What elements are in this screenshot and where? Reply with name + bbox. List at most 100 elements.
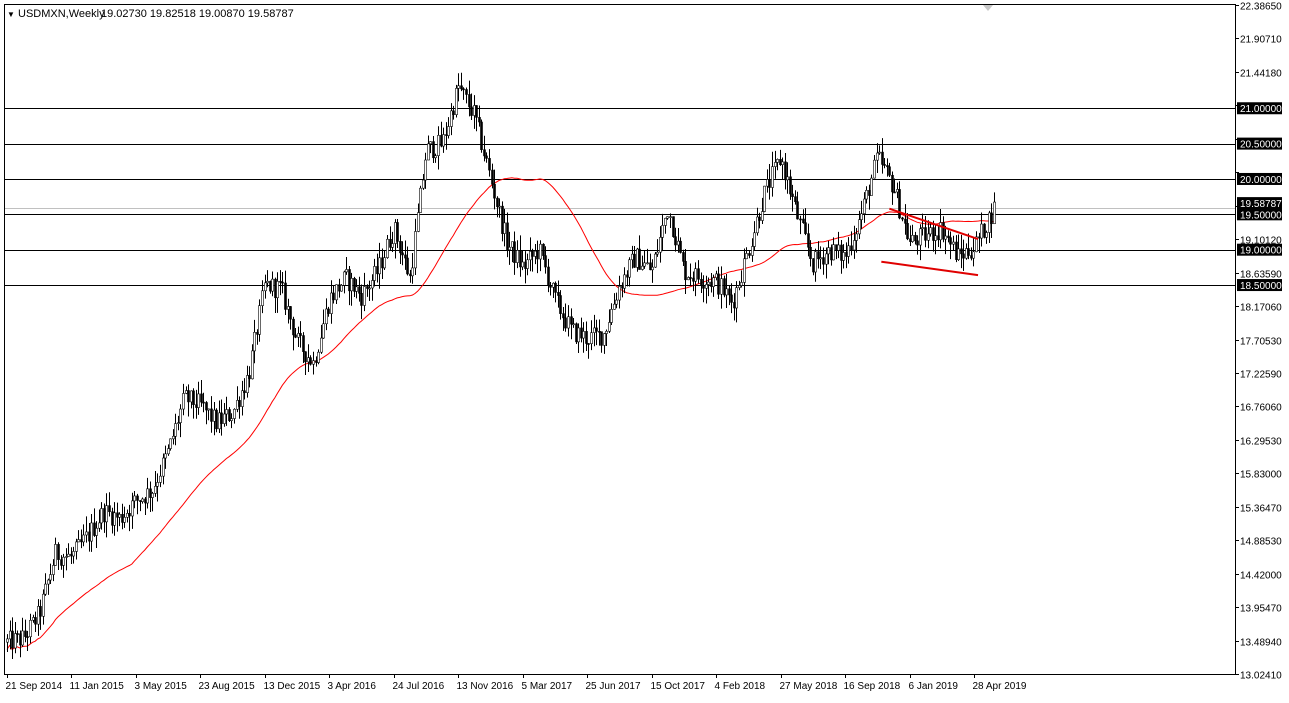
candle-body [799,218,802,221]
ohlc-values: 19.02730 19.82518 19.00870 19.58787 [101,8,294,20]
candle-body [623,274,626,289]
time-tick-label: 13 Nov 2016 [457,681,514,692]
candle-body [587,343,590,345]
candle-body [6,638,9,643]
candle-body [427,143,430,161]
candle-body [289,306,292,320]
candle-body [468,94,471,108]
candle-body [133,495,136,502]
candle-body [682,252,685,262]
candle-body [672,216,675,237]
candle-body [717,273,720,295]
candle-body [34,617,37,625]
candle-body [414,231,417,269]
candle-body [123,517,126,523]
candle-body [335,284,338,301]
time-tick-label: 21 Sep 2014 [6,681,63,692]
candle-body [167,448,170,455]
candle-body [462,88,465,91]
candle-body [251,350,254,380]
time-tick-label: 6 Jan 2019 [909,681,959,692]
candle-body [44,583,47,595]
candle-body [309,357,312,365]
candle-body [65,556,68,558]
candle-body [924,227,927,241]
candle-body [771,166,774,188]
candle-body [557,292,560,296]
candle-body [406,257,409,275]
candle-body [363,286,366,306]
candle-body [638,248,641,270]
candle-body [753,232,756,247]
candle-body [503,222,506,234]
candle-body [802,218,805,224]
candle-body [187,390,190,403]
candle-body [373,266,376,281]
candle-body [610,309,613,323]
candle-body [870,177,873,196]
candle-body [146,488,149,504]
candle-body [141,498,144,502]
candle-body [11,630,14,649]
candle-body [832,244,835,261]
level-tag: 19.00000 [1240,246,1282,257]
candle-body [728,288,731,296]
candle-body [972,251,975,259]
candle-body [360,292,363,306]
candle-body [77,539,80,543]
candle-body [526,259,529,269]
candle-body [664,217,667,226]
candle-body [213,409,216,422]
candle-body [702,285,705,289]
candle-body [42,593,45,617]
symbol-label: USDMXN,Weekly [18,8,105,20]
level-tag: 20.00000 [1240,175,1282,186]
candle-body [827,247,830,255]
candle-body [776,159,779,163]
candle-body [669,216,672,218]
candle-body [643,262,646,267]
candle-body [82,534,85,543]
candle-body [539,243,542,260]
price-chart[interactable]: 22.3865021.9071021.4418019.1012018.63590… [0,0,1289,698]
candle-body [24,630,27,637]
candle-body [429,141,432,145]
candle-body [536,250,539,260]
candle-body [789,176,792,195]
candle-body [322,323,325,339]
candle-body [200,393,203,403]
candle-body [646,262,649,265]
time-tick-label: 4 Feb 2018 [715,681,766,692]
candle-body [904,218,907,224]
candle-body [70,553,73,557]
candle-body [177,422,180,424]
candle-body [386,238,389,258]
candle-body [666,216,669,219]
time-tick-label: 27 May 2018 [780,681,838,692]
candle-body [233,408,236,419]
price-tick-label: 14.88530 [1240,537,1282,548]
level-tag: 21.00000 [1240,104,1282,115]
candle-body [52,565,55,575]
candle-body [898,189,901,219]
candle-body [488,158,491,171]
candle-body [740,282,743,286]
candle-body [842,252,845,261]
candle-body [159,475,162,483]
candle-body [743,258,746,283]
candle-body [432,141,435,159]
candle-body [264,282,267,292]
menu-arrow-icon[interactable]: ▼ [7,10,15,19]
time-tick-label: 16 Sep 2018 [844,681,901,692]
candle-body [302,335,305,352]
candle-body [819,257,822,260]
candle-body [284,282,287,310]
candle-body [343,271,346,286]
candle-body [447,126,450,136]
candle-body [911,235,914,242]
candle-body [949,237,952,245]
candle-body [570,316,573,325]
candle-body [169,438,172,449]
candle-body [26,636,29,638]
time-tick-label: 24 Jul 2016 [393,681,445,692]
